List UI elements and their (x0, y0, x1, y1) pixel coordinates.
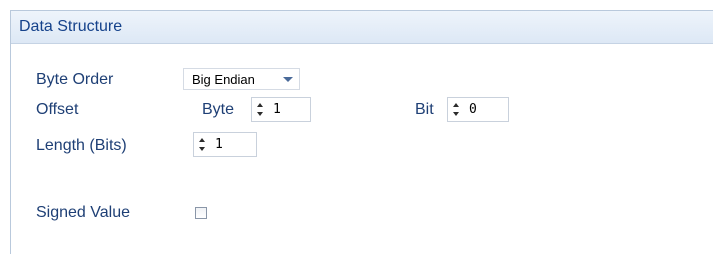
signed-value-label: Signed Value (36, 204, 130, 221)
spin-arrows-icon[interactable] (256, 101, 265, 118)
offset-label: Offset (36, 101, 79, 118)
offset-byte-label: Byte (202, 101, 235, 118)
byte-order-label: Byte Order (36, 71, 114, 88)
arrow-down-icon[interactable] (257, 112, 263, 116)
spin-arrows-icon[interactable] (452, 101, 461, 118)
arrow-down-icon[interactable] (453, 112, 459, 116)
byte-order-value: Big Endian (192, 72, 255, 87)
panel-header: Data Structure (11, 11, 713, 44)
offset-bit-value: 0 (469, 102, 477, 117)
length-label: Length (Bits) (36, 137, 127, 154)
spin-arrows-icon[interactable] (198, 136, 207, 153)
length-value: 1 (215, 137, 223, 152)
offset-bit-label: Bit (415, 101, 434, 118)
signed-value-checkbox[interactable] (195, 207, 207, 219)
offset-byte-stepper[interactable]: 1 (251, 97, 311, 122)
panel-title: Data Structure (19, 18, 123, 35)
arrow-up-icon[interactable] (257, 103, 263, 107)
length-stepper[interactable]: 1 (193, 132, 257, 157)
arrow-up-icon[interactable] (199, 138, 205, 142)
arrow-up-icon[interactable] (453, 103, 459, 107)
arrow-down-icon[interactable] (199, 147, 205, 151)
chevron-down-icon (283, 77, 293, 82)
offset-byte-value: 1 (273, 102, 281, 117)
offset-bit-stepper[interactable]: 0 (447, 97, 509, 122)
byte-order-dropdown[interactable]: Big Endian (183, 68, 300, 90)
